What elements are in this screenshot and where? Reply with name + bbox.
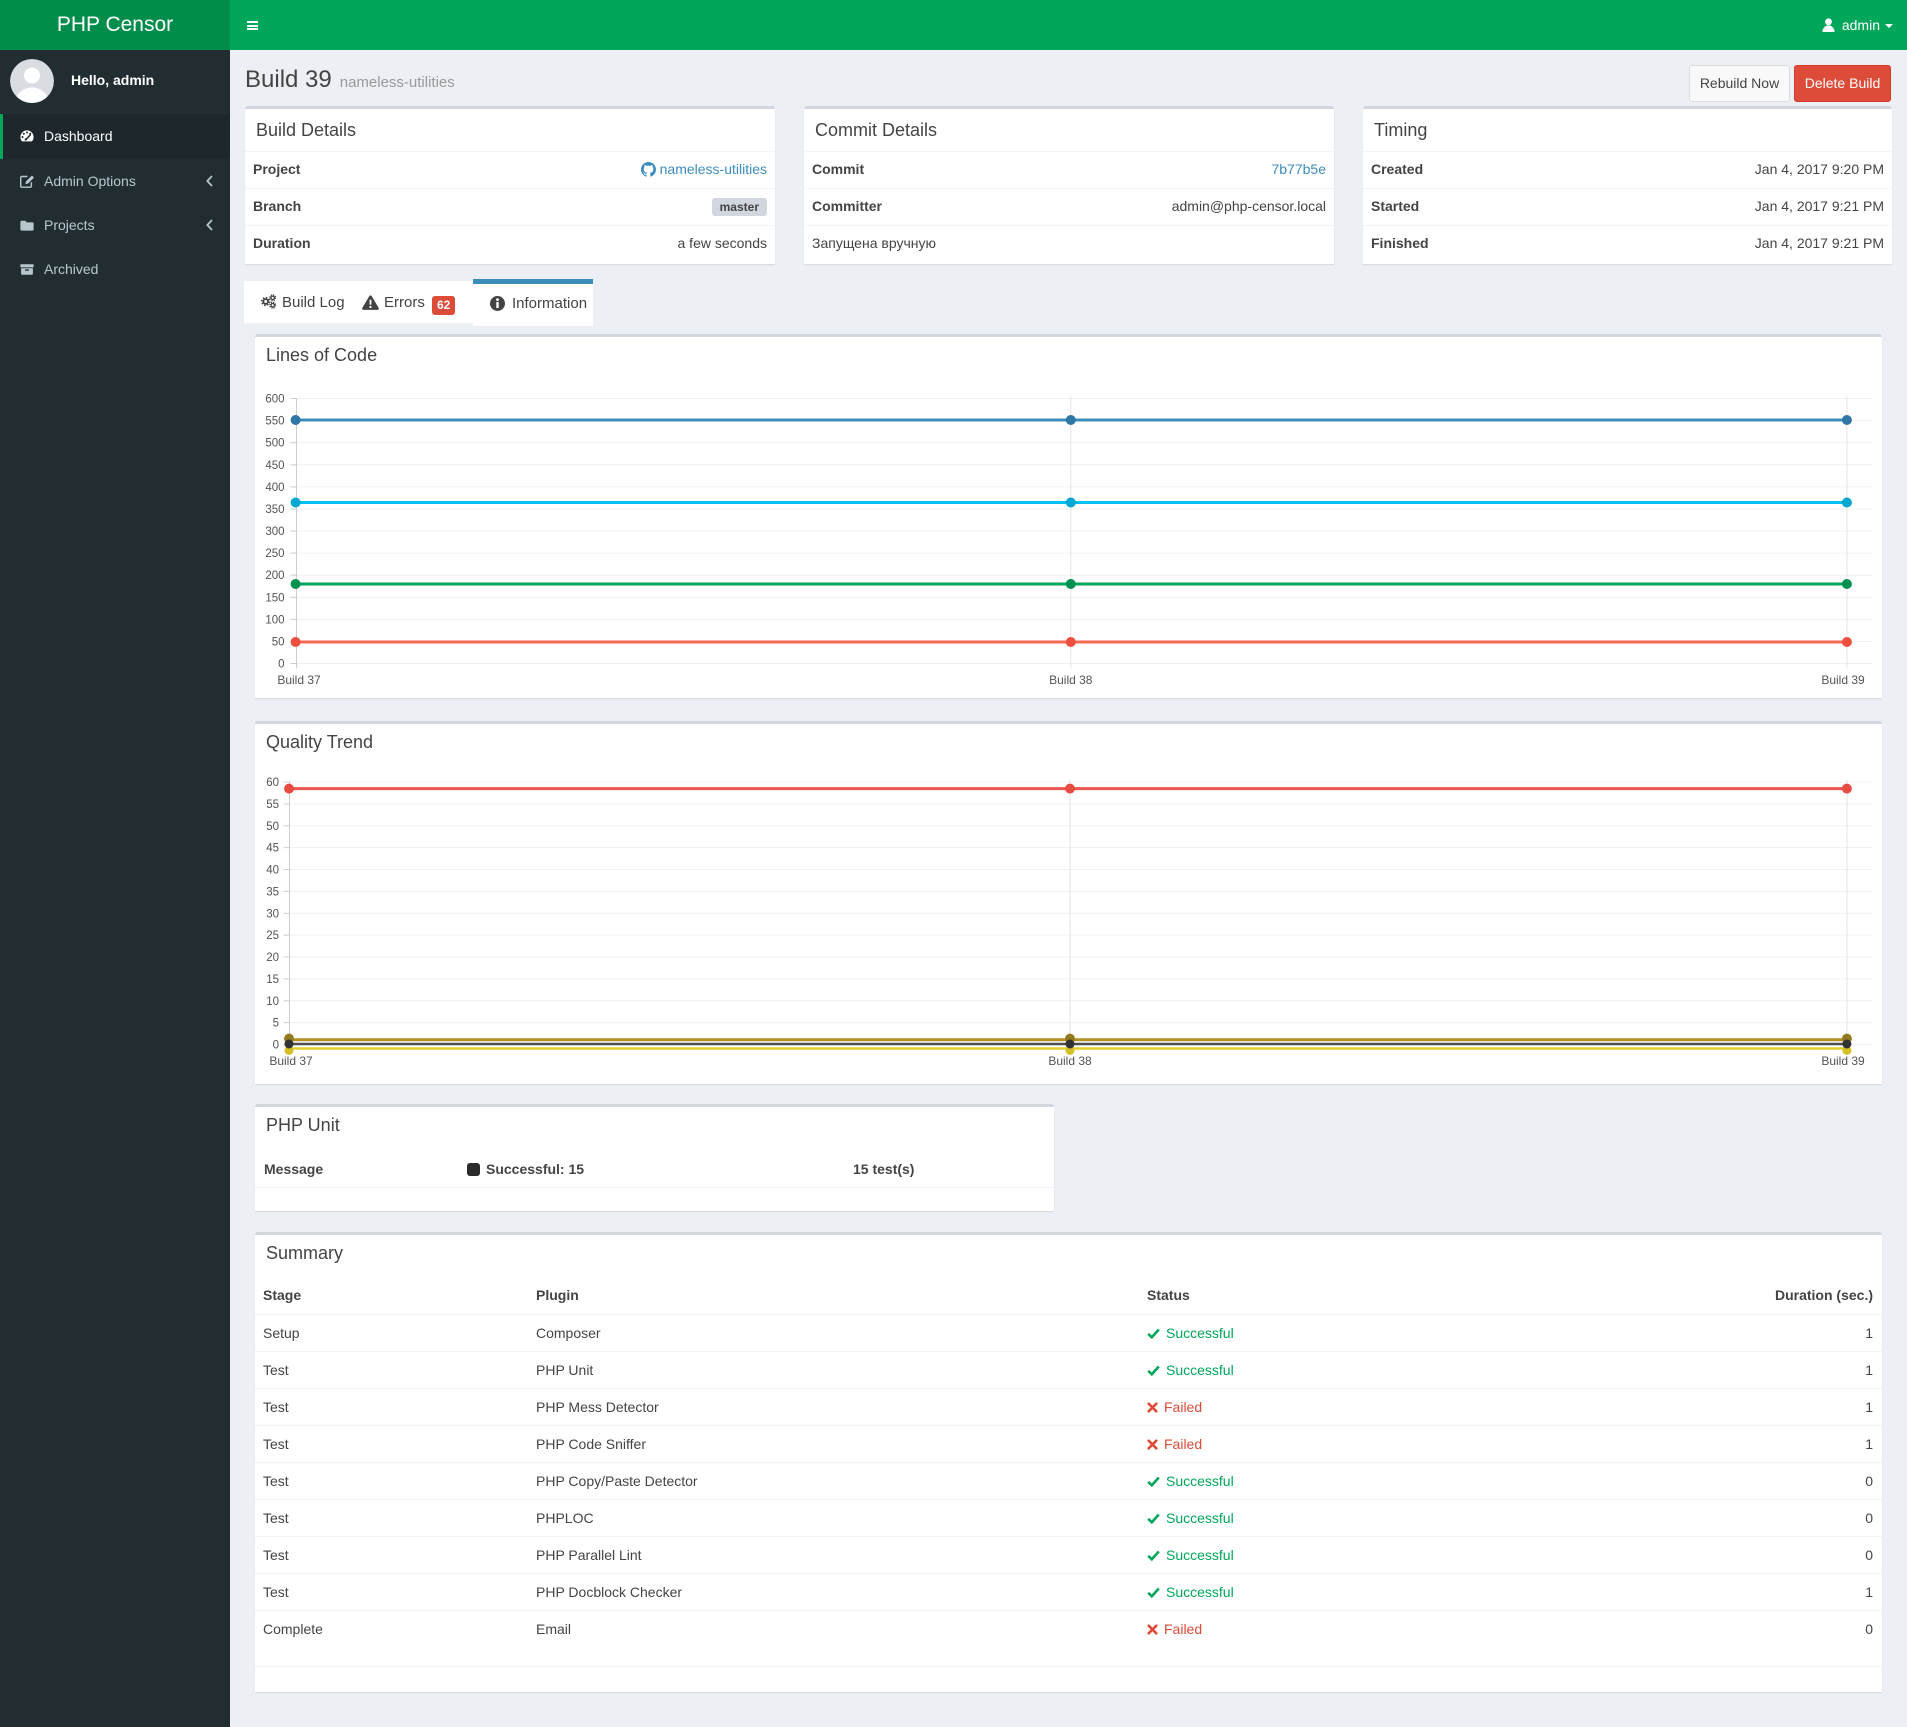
svg-text:20: 20 [266, 952, 279, 964]
svg-text:250: 250 [265, 548, 284, 560]
svg-text:45: 45 [266, 843, 279, 855]
svg-text:550: 550 [265, 416, 284, 428]
svg-text:0: 0 [278, 659, 284, 671]
svg-text:50: 50 [272, 637, 285, 649]
svg-text:Build 38: Build 38 [1049, 673, 1093, 687]
svg-text:25: 25 [266, 930, 279, 942]
svg-text:5: 5 [273, 1018, 279, 1030]
svg-text:350: 350 [265, 504, 284, 516]
svg-text:Build 37: Build 37 [269, 1054, 313, 1068]
svg-text:500: 500 [265, 438, 284, 450]
svg-text:60: 60 [266, 777, 279, 789]
svg-text:50: 50 [266, 821, 279, 833]
svg-text:10: 10 [266, 996, 279, 1008]
svg-text:40: 40 [266, 865, 279, 877]
svg-text:Build 37: Build 37 [277, 673, 321, 687]
svg-text:15: 15 [266, 974, 279, 986]
svg-text:600: 600 [265, 394, 284, 406]
svg-text:55: 55 [266, 799, 279, 811]
svg-text:Build 39: Build 39 [1821, 673, 1865, 687]
svg-text:0: 0 [273, 1040, 279, 1052]
svg-text:450: 450 [265, 460, 284, 472]
svg-text:35: 35 [266, 886, 279, 898]
svg-text:100: 100 [265, 614, 284, 626]
svg-text:150: 150 [265, 592, 284, 604]
svg-text:Build 39: Build 39 [1821, 1054, 1865, 1068]
svg-text:200: 200 [265, 570, 284, 582]
svg-text:400: 400 [265, 482, 284, 494]
svg-text:30: 30 [266, 908, 279, 920]
svg-text:Build 38: Build 38 [1048, 1054, 1092, 1068]
svg-text:300: 300 [265, 526, 284, 538]
